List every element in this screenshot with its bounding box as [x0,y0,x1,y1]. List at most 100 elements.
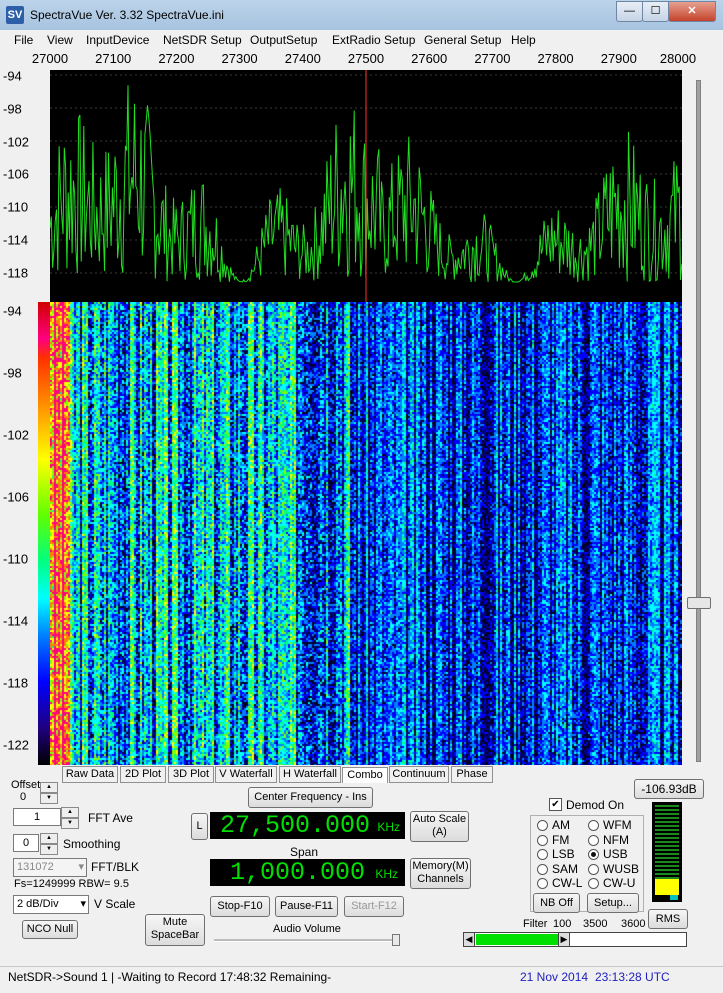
memory-channels-button[interactable]: Memory(M) Channels [410,858,471,889]
mute-line1: Mute [162,916,188,928]
signal-level-display[interactable]: -106.93dB [634,779,704,799]
filter-label: Filter [523,918,548,930]
freq-tick-label: 27500 [347,51,385,66]
fft-ave-down-button[interactable]: ▼ [61,818,79,829]
demod-radio-lsb[interactable] [537,849,548,860]
stop-button[interactable]: Stop-F10 [210,896,270,917]
filter-right-arrow[interactable]: ▶ [558,933,570,946]
smoothing-up-button[interactable]: ▲ [40,833,58,844]
menu-outputsetup[interactable]: OutputSetup [250,33,317,47]
fft-blk-select[interactable]: 131072 ▾ [13,858,87,877]
waterfall-db-tick-label: -106 [3,489,30,505]
demod-label: CW-L [552,876,583,890]
window-title: SpectraVue Ver. 3.32 SpectraVue.ini [30,8,224,22]
status-text: NetSDR->Sound 1 | -Waiting to Record 17:… [8,970,332,984]
waterfall-db-tick-label: -98 [3,365,22,381]
tab-phase[interactable]: Phase [451,766,493,783]
menu-extradio-setup[interactable]: ExtRadio Setup [332,33,415,47]
freq-tick-label: 27300 [221,51,258,66]
filter-scrollbar[interactable]: ◀ ▶ [463,932,687,947]
filter-passband[interactable] [476,934,558,945]
tab-continuum[interactable]: Continuum [389,766,449,783]
tab-3d-plot[interactable]: 3D Plot [168,766,214,783]
demod-label: CW-U [603,876,636,890]
waterfall-color-scale [38,302,50,765]
audio-volume-track[interactable] [214,939,397,942]
vscale-select[interactable]: 2 dB/Div ▾ [13,895,89,914]
offset-value: 0 [20,791,27,803]
waterfall-db-tick-label: -110 [3,551,29,567]
gain-slider-thumb[interactable] [687,597,711,609]
demod-radio-fm[interactable] [537,834,548,846]
smoothing-down-button[interactable]: ▼ [40,844,58,855]
demod-radio-sam[interactable] [537,863,548,875]
gain-slider-track[interactable] [696,80,701,762]
demod-on-label: Demod On [566,798,625,812]
demod-radio-usb[interactable] [588,849,599,860]
menu-netsdr-setup[interactable]: NetSDR Setup [163,33,242,47]
audio-volume-label: Audio Volume [273,923,341,935]
menu-general-setup[interactable]: General Setup [424,33,501,47]
span-display[interactable]: 1,000.000 KHz [210,859,405,886]
filter-left-arrow[interactable]: ◀ [464,933,475,946]
menu-inputdevice[interactable]: InputDevice [86,33,149,47]
tab-v-waterfall[interactable]: V Waterfall [215,766,277,783]
menu-help[interactable]: Help [511,33,536,47]
pause-button[interactable]: Pause-F11 [275,896,338,917]
tab-raw-data[interactable]: Raw Data [62,766,118,783]
memory-line2: Channels [417,873,464,885]
menu-file[interactable]: File [14,33,33,47]
audio-volume-thumb[interactable] [392,934,400,946]
fft-blk-value: 131072 [17,861,54,873]
setup-button[interactable]: Setup... [587,893,639,913]
rms-button[interactable]: RMS [648,909,688,929]
tab-combo[interactable]: Combo [342,767,388,783]
spectrum-db-tick-label: -106 [3,166,30,182]
span-unit: KHz [375,867,398,881]
demod-label: AM [552,818,570,832]
maximize-button[interactable]: ☐ [642,1,669,22]
tab-2d-plot[interactable]: 2D Plot [120,766,166,783]
spectrum-db-tick-label: -110 [3,199,29,215]
demod-radio-wusb[interactable] [588,863,599,875]
mute-button[interactable]: Mute SpaceBar [145,914,205,946]
nb-off-button[interactable]: NB Off [533,893,580,913]
demod-radio-cw-l[interactable] [537,878,548,889]
freq-tick-label: 27900 [600,51,637,66]
menu-view[interactable]: View [47,33,73,47]
center-frequency-unit: KHz [377,820,400,834]
auto-scale-button[interactable]: Auto Scale (A) [410,811,469,842]
filter-low: 100 [553,918,572,930]
demod-radio-wfm[interactable] [588,820,599,831]
close-button[interactable]: ✕ [668,1,716,22]
app-icon: SV [6,6,24,24]
demod-radio-nfm[interactable] [588,834,599,846]
filter-high: 3500 [583,918,608,930]
demod-radio-am[interactable] [537,820,548,831]
l-button[interactable]: L [191,813,208,840]
nco-null-button[interactable]: NCO Null [22,920,78,939]
vscale-value: 2 dB/Div [17,898,59,910]
fft-ave-input[interactable]: 1 [13,808,61,826]
memory-line1: Memory(M) [412,860,469,872]
minimize-button[interactable]: — [616,1,643,22]
fft-ave-up-button[interactable]: ▲ [61,807,79,818]
status-time: 23:13:28 UTC [595,970,670,984]
tab-h-waterfall[interactable]: H Waterfall [279,766,341,783]
center-frequency-display[interactable]: 27,500.000 KHz [210,812,405,839]
demod-radio-cw-u[interactable] [588,878,599,889]
start-button[interactable]: Start-F12 [344,896,404,917]
spectrum-plot[interactable] [50,70,682,302]
center-frequency-button[interactable]: Center Frequency - Ins [248,787,373,808]
freq-tick-label: 27100 [95,51,132,66]
waterfall-plot[interactable] [50,302,682,765]
offset-up-button[interactable]: ▲ [40,782,58,793]
vscale-label: V Scale [94,897,136,911]
spectrum-db-tick-label: -114 [3,232,29,248]
radio-dot-icon [591,852,596,857]
signal-meter-scale [655,805,679,879]
offset-down-button[interactable]: ▼ [40,793,58,804]
smoothing-input[interactable]: 0 [13,834,39,852]
demod-on-checkbox[interactable]: ✔ [549,798,562,811]
signal-meter-bar [655,879,679,895]
